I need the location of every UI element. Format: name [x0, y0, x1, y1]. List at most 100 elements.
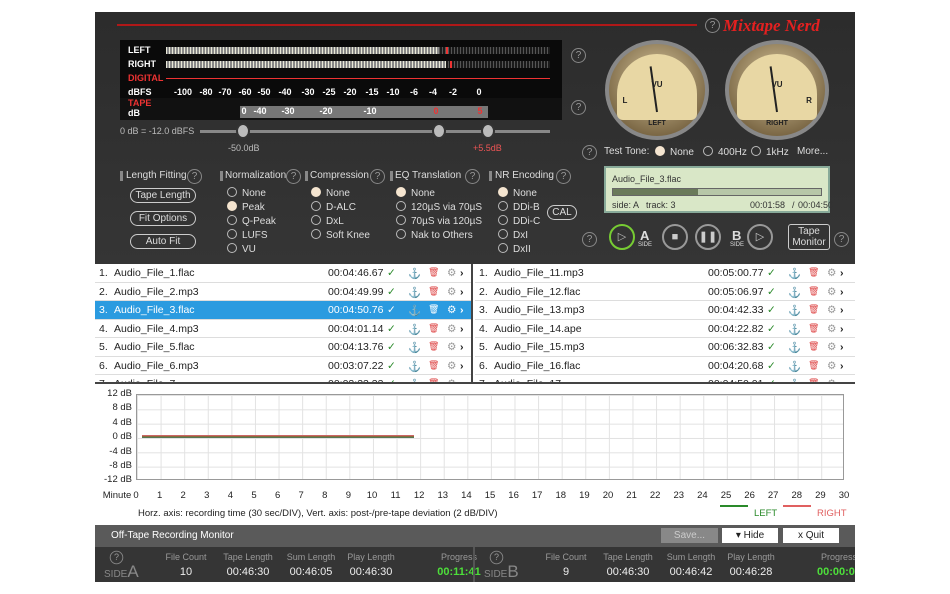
auto-fit-button[interactable]: Auto Fit: [130, 234, 196, 249]
track-row[interactable]: 7.Audio_File_7...00:03:33.33✓⚓🗑⚙›: [95, 375, 471, 382]
trash-icon[interactable]: 🗑: [808, 286, 819, 297]
gear-icon[interactable]: ⚙: [447, 304, 456, 316]
nr-option[interactable]: DDi-C: [498, 215, 540, 227]
gear-icon[interactable]: ⚙: [827, 360, 836, 372]
fit-options-button[interactable]: Fit Options: [130, 211, 196, 226]
track-row[interactable]: 5. Audio_File_5.flac 00:04:13.76 ✓ ⚓ 🗑 ⚙ ›: [95, 338, 471, 357]
tape-length-button[interactable]: Tape Length: [130, 188, 196, 203]
anchor-icon[interactable]: ⚓: [408, 286, 421, 299]
help-icon[interactable]: ?: [556, 169, 571, 184]
help-icon[interactable]: ?: [286, 169, 301, 184]
gear-icon[interactable]: ⚙: [447, 360, 456, 372]
compression-option[interactable]: None: [311, 187, 350, 199]
normalization-option[interactable]: LUFS: [227, 229, 268, 241]
anchor-icon[interactable]: ⚓: [788, 267, 801, 280]
track-row[interactable]: 1. Audio_File_11.mp3 00:05:00.77 ✓ ⚓ 🗑 ⚙ ›: [475, 264, 855, 283]
gear-icon[interactable]: ⚙: [447, 341, 456, 353]
normalization-option[interactable]: None: [227, 187, 266, 199]
compression-option[interactable]: DxL: [311, 215, 344, 227]
play-side-b-button[interactable]: ▷: [747, 224, 773, 250]
help-icon[interactable]: ?: [370, 169, 385, 184]
chevron-right-icon[interactable]: ›: [840, 323, 844, 335]
track-row[interactable]: 2. Audio_File_2.mp3 00:04:49.99 ✓ ⚓ 🗑 ⚙ ›: [95, 283, 471, 301]
anchor-icon[interactable]: ⚓: [788, 341, 801, 354]
anchor-icon[interactable]: ⚓: [788, 360, 801, 373]
anchor-icon[interactable]: ⚓: [408, 341, 421, 354]
trash-icon[interactable]: 🗑: [808, 323, 819, 334]
help-icon[interactable]: ?: [465, 169, 480, 184]
play-side-a-button[interactable]: ▷: [609, 224, 635, 250]
hide-button[interactable]: ▾ Hide: [722, 528, 778, 543]
save-button[interactable]: Save...: [661, 528, 718, 543]
normalization-option[interactable]: VU: [227, 243, 256, 255]
nr-option[interactable]: DxI: [498, 229, 528, 241]
chevron-right-icon[interactable]: ›: [840, 304, 844, 316]
gear-icon[interactable]: ⚙: [827, 323, 836, 335]
pause-button[interactable]: ❚❚: [695, 224, 721, 250]
trash-icon[interactable]: 🗑: [808, 267, 819, 278]
chevron-right-icon[interactable]: ›: [840, 267, 844, 279]
trash-icon[interactable]: 🗑: [428, 286, 439, 297]
chevron-right-icon[interactable]: ›: [460, 323, 464, 335]
nr-option[interactable]: DxII: [498, 243, 531, 255]
trash-icon[interactable]: 🗑: [808, 341, 819, 352]
quit-button[interactable]: x Quit: [783, 528, 839, 543]
anchor-icon[interactable]: ⚓: [408, 267, 421, 280]
min-level-knob[interactable]: [236, 123, 250, 139]
trash-icon[interactable]: 🗑: [808, 360, 819, 371]
playback-progress[interactable]: [612, 188, 822, 196]
chevron-right-icon[interactable]: ›: [840, 360, 844, 372]
normalization-option[interactable]: Peak: [227, 201, 265, 213]
track-row[interactable]: 3. Audio_File_13.mp3 00:04:42.33 ✓ ⚓ 🗑 ⚙ ›: [475, 301, 855, 320]
tape-monitor-button[interactable]: Tape Monitor: [788, 224, 830, 250]
track-row[interactable]: 7.Audio_File_17...00:04:50.01✓⚓🗑⚙›: [475, 375, 855, 382]
gear-icon[interactable]: ⚙: [447, 267, 456, 279]
help-icon[interactable]: ?: [187, 169, 202, 184]
anchor-icon[interactable]: ⚓: [408, 360, 421, 373]
tone-1khz[interactable]: 1kHz: [751, 146, 789, 158]
help-icon[interactable]: ?: [834, 232, 849, 247]
tone-none[interactable]: None: [655, 146, 694, 158]
track-row[interactable]: 4. Audio_File_14.ape 00:04:22.82 ✓ ⚓ 🗑 ⚙ ›: [475, 320, 855, 338]
anchor-icon[interactable]: ⚓: [408, 323, 421, 336]
trash-icon[interactable]: 🗑: [808, 304, 819, 315]
chevron-right-icon[interactable]: ›: [460, 286, 464, 298]
stop-button[interactable]: ■: [662, 224, 688, 250]
chevron-right-icon[interactable]: ›: [460, 267, 464, 279]
help-icon[interactable]: ?: [705, 18, 720, 33]
anchor-icon[interactable]: ⚓: [788, 304, 801, 317]
normalization-option[interactable]: Q-Peak: [227, 215, 276, 227]
trash-icon[interactable]: 🗑: [428, 267, 439, 278]
gear-icon[interactable]: ⚙: [447, 286, 456, 298]
anchor-icon[interactable]: ⚓: [788, 323, 801, 336]
track-row[interactable]: 2. Audio_File_12.flac 00:05:06.97 ✓ ⚓ 🗑 ⚙ ›: [475, 283, 855, 301]
trash-icon[interactable]: 🗑: [428, 360, 439, 371]
track-row[interactable]: 4. Audio_File_4.mp3 00:04:01.14 ✓ ⚓ 🗑 ⚙ ›: [95, 320, 471, 338]
gear-icon[interactable]: ⚙: [447, 323, 456, 335]
nr-option[interactable]: DDi-B: [498, 201, 540, 213]
track-row[interactable]: 5. Audio_File_15.mp3 00:06:32.83 ✓ ⚓ 🗑 ⚙ ›: [475, 338, 855, 357]
compression-option[interactable]: Soft Knee: [311, 229, 370, 241]
compression-option[interactable]: D-ALC: [311, 201, 356, 213]
anchor-icon[interactable]: ⚓: [788, 286, 801, 299]
help-icon[interactable]: ?: [571, 48, 586, 63]
track-row[interactable]: 6. Audio_File_6.mp3 00:03:07.22 ✓ ⚓ 🗑 ⚙ ›: [95, 357, 471, 375]
track-row[interactable]: 3. Audio_File_3.flac 00:04:50.76 ✓ ⚓ 🗑 ⚙ ›: [95, 301, 471, 320]
tone-400hz[interactable]: 400Hz: [703, 146, 747, 158]
gear-icon[interactable]: ⚙: [827, 267, 836, 279]
tone-more-link[interactable]: More...: [797, 146, 828, 157]
track-row[interactable]: 6. Audio_File_16.flac 00:04:20.68 ✓ ⚓ 🗑 ⚙ ›: [475, 357, 855, 375]
tape-level-knob[interactable]: [432, 123, 446, 139]
track-row[interactable]: 1. Audio_File_1.flac 00:04:46.67 ✓ ⚓ 🗑 ⚙ ›: [95, 264, 471, 283]
chevron-right-icon[interactable]: ›: [460, 341, 464, 353]
chevron-right-icon[interactable]: ›: [840, 286, 844, 298]
cal-button[interactable]: CAL: [547, 205, 577, 220]
nr-option[interactable]: None: [498, 187, 537, 199]
trash-icon[interactable]: 🗑: [428, 304, 439, 315]
chevron-right-icon[interactable]: ›: [460, 360, 464, 372]
eq-option[interactable]: 70µS via 120µS: [396, 215, 482, 227]
anchor-icon[interactable]: ⚓: [408, 304, 421, 317]
gear-icon[interactable]: ⚙: [827, 341, 836, 353]
trash-icon[interactable]: 🗑: [428, 341, 439, 352]
help-icon[interactable]: ?: [582, 232, 597, 247]
